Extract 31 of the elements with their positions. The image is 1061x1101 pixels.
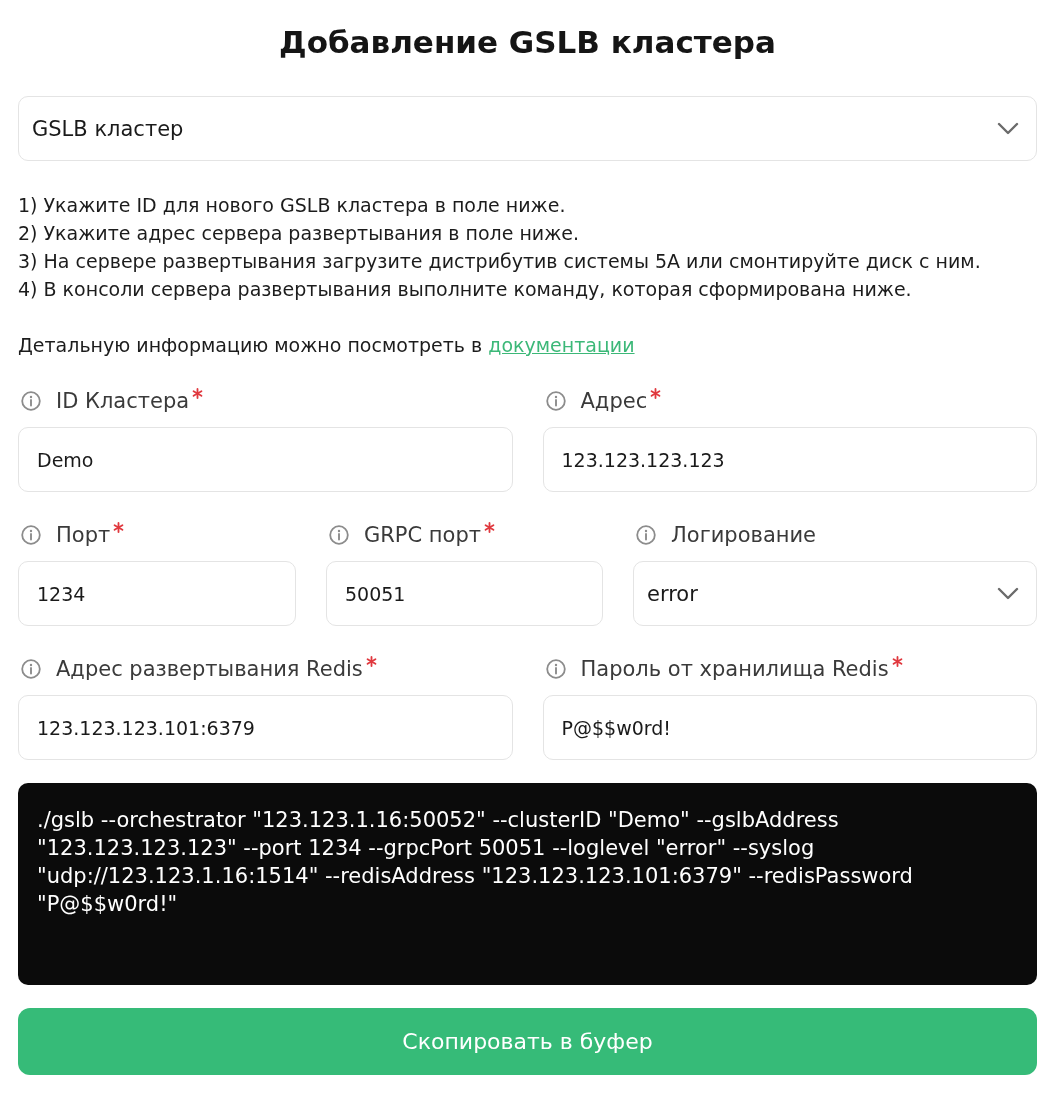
input-field[interactable]: 123.123.123.101:6379 (18, 695, 513, 760)
command-block: ./gslb --orchestrator "123.123.1.16:50052" --clusterID "Demo" --gslbAddress "123.123.123.123" --port 1234 --grpcPort 50051 --loglevel "error" --syslog "udp://123.123.1.16:1514" --redisAddress "123.123.123.101:6379" --redisPassword "P@$$w0rd!" (18, 783, 1037, 985)
info-icon[interactable] (545, 659, 566, 679)
field-label: Адрес (580, 388, 648, 415)
input-field[interactable]: 50051 (326, 561, 603, 626)
input-field[interactable]: 123.123.123.123 (542, 427, 1037, 492)
info-icon[interactable] (21, 659, 41, 679)
info-icon[interactable] (545, 391, 566, 411)
info-icon[interactable] (21, 525, 41, 545)
field-label: Порт (56, 522, 111, 549)
input-field[interactable]: Demo (18, 427, 513, 492)
instruction-step: 1) Укажите ID для нового GSLB кластера в поле ниже. (18, 191, 1037, 219)
info-icon[interactable] (21, 391, 41, 411)
dropdown[interactable]: GSLB кластер (18, 96, 1037, 161)
field-label: Адрес развертывания Redis (56, 656, 363, 683)
page-title: Добавление GSLB кластера (279, 23, 776, 62)
info-icon[interactable] (329, 525, 349, 545)
chevron-down-icon (997, 122, 1019, 135)
documentation-note: Детальную информацию можно посмотреть в документации (18, 333, 636, 358)
info-icon[interactable] (636, 525, 656, 545)
instruction-step: 2) Укажите адрес сервера развертывания в поле ниже. (18, 219, 1037, 247)
chevron-down-icon (997, 587, 1019, 600)
field-label: GRPC порт (364, 522, 481, 549)
instruction-step: 3) На сервере развертывания загрузите дистрибутив системы 5A или смонтируйте диск с ним. (18, 247, 1037, 275)
input-field[interactable]: P@$$w0rd! (542, 695, 1037, 760)
dropdown[interactable]: error (633, 561, 1037, 626)
input-field[interactable]: 1234 (18, 561, 296, 626)
field-label: Пароль от хранилища Redis (580, 656, 889, 683)
instruction-step: 4) В консоли сервера развертывания выполните команду, которая сформирована ниже. (18, 275, 1037, 303)
field-label: ID Кластера (56, 388, 190, 415)
field-label: Логирование (671, 522, 817, 549)
